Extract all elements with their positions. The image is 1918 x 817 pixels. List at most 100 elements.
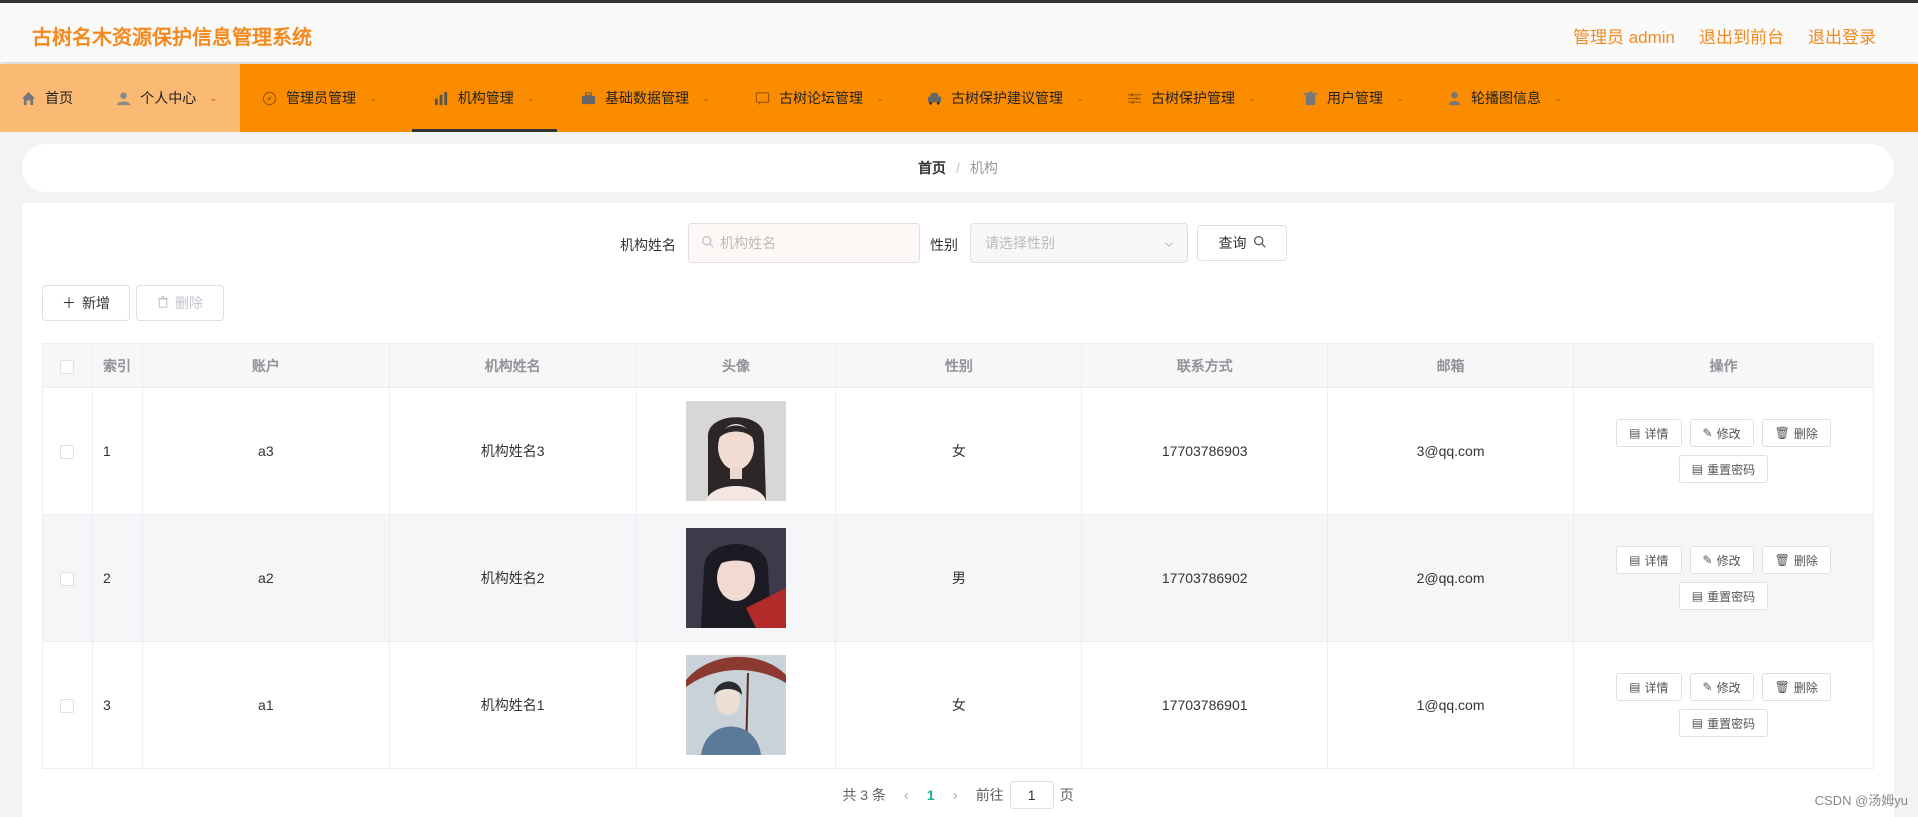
goto-label: 前往	[975, 787, 1004, 803]
edit-button[interactable]: ✎ 修改	[1689, 673, 1754, 701]
select-all-checkbox[interactable]	[60, 359, 75, 374]
nav-item-label: 用户管理	[1327, 90, 1383, 106]
breadcrumb-separator: /	[956, 160, 960, 176]
detail-button[interactable]: ▤ 详情	[1616, 546, 1682, 574]
row-account: a2	[141, 514, 390, 642]
gender-placeholder: 请选择性别	[985, 235, 1055, 251]
chevron-down-icon: ⌄	[1076, 92, 1085, 104]
detail-label: 详情	[1644, 553, 1669, 568]
org-name-placeholder: 机构姓名	[720, 235, 776, 251]
exit-to-front-link[interactable]: 退出到前台	[1699, 23, 1784, 48]
pagination: 共 3 条 ‹ 1 › 前往 1 页	[22, 780, 1894, 810]
select-all-cell[interactable]	[42, 343, 93, 388]
trash-icon	[157, 295, 169, 311]
doc-icon: ▤	[1629, 680, 1641, 694]
row-checkbox-cell	[42, 387, 93, 515]
gender-label: 性别	[930, 237, 958, 253]
gender-select[interactable]: 请选择性别	[970, 223, 1188, 263]
nav-item-forum-management[interactable]: 古树论坛管理 ⌄	[755, 64, 913, 132]
admin-label[interactable]: 管理员 admin	[1573, 23, 1675, 48]
header-org-name: 机构姓名	[388, 343, 637, 388]
edit-label: 修改	[1716, 553, 1741, 568]
delete-label: 删除	[1793, 426, 1818, 441]
doc-icon: ▤	[1691, 589, 1704, 603]
chevron-down-icon: ⌄	[526, 92, 536, 104]
doc-icon: ▤	[1629, 553, 1641, 567]
table-header-row: 索引 账户 机构姓名 头像 性别 联系方式 邮箱 操作	[42, 343, 1875, 388]
main-panel: 机构姓名 机构姓名 性别 请选择性别 查询 ＋ 新增 删除 索引 账户 机构姓名…	[22, 203, 1894, 817]
row-gender: 女	[835, 387, 1083, 515]
nav-item-home[interactable]: 首页	[0, 64, 94, 132]
pencil-icon: ✎	[1702, 426, 1713, 440]
avatar	[686, 528, 787, 628]
row-org-name: 机构姓名3	[388, 387, 637, 515]
row-gender: 女	[835, 641, 1083, 769]
nav-item-label: 机构管理	[457, 90, 514, 106]
delete-button[interactable]: 🗑 删除	[1761, 419, 1831, 447]
row-checkbox[interactable]	[60, 699, 75, 714]
delete-label: 删除	[1793, 553, 1818, 568]
detail-button[interactable]: ▤ 详情	[1616, 673, 1682, 701]
query-button[interactable]: 查询	[1197, 225, 1287, 261]
nav-item-label: 古树论坛管理	[779, 90, 863, 106]
nav-item-label: 轮播图信息	[1471, 90, 1541, 106]
delete-label: 删除	[1793, 680, 1818, 695]
nav-item-protection-advice-management[interactable]: 古树保护建议管理 ⌄	[927, 64, 1117, 132]
logout-link[interactable]: 退出登录	[1808, 23, 1876, 48]
avatar	[686, 401, 787, 501]
nav-item-carousel-info[interactable]: 轮播图信息 ⌄	[1447, 64, 1577, 132]
nav-item-personal-center[interactable]: 个人中心 ⌄	[94, 64, 240, 132]
batch-delete-button[interactable]: 删除	[136, 285, 224, 321]
row-avatar-cell	[635, 387, 837, 515]
reset-password-button[interactable]: ▤ 重置密码	[1678, 455, 1769, 483]
search-form: 机构姓名 机构姓名 性别 请选择性别 查询	[22, 223, 1894, 263]
chevron-down-icon: ⌄	[209, 92, 218, 104]
reset-password-label: 重置密码	[1707, 589, 1756, 604]
goto-page-input[interactable]: 1	[1009, 781, 1054, 809]
reset-password-button[interactable]: ▤ 重置密码	[1678, 582, 1769, 610]
chevron-right-icon[interactable]: ›	[953, 787, 958, 804]
detail-button[interactable]: ▤ 详情	[1616, 419, 1682, 447]
reset-password-label: 重置密码	[1707, 716, 1756, 731]
edit-button[interactable]: ✎ 修改	[1689, 419, 1754, 447]
row-org-name: 机构姓名2	[388, 514, 637, 642]
trash-icon: 🗑	[1774, 553, 1790, 567]
compass-icon	[262, 91, 277, 106]
nav-item-org-management[interactable]: 机构管理 ⌄	[412, 64, 557, 132]
chevron-left-icon[interactable]: ‹	[904, 787, 909, 804]
header-index: 索引	[91, 343, 143, 388]
header-email: 邮箱	[1327, 343, 1574, 388]
row-org-name: 机构姓名1	[388, 641, 637, 769]
row-avatar-cell	[635, 641, 837, 769]
nav-item-tree-protection-management[interactable]: 古树保护管理 ⌄	[1127, 64, 1289, 132]
row-email: 3@qq.com	[1327, 387, 1574, 515]
nav-item-admin-management[interactable]: 管理员管理 ⌄	[262, 64, 412, 132]
page-number[interactable]: 1	[927, 787, 935, 803]
breadcrumb: 首页 / 机构	[22, 144, 1894, 192]
row-index: 1	[91, 387, 143, 515]
nav-item-base-data-management[interactable]: 基础数据管理 ⌄	[581, 64, 741, 132]
top-header: 古树名木资源保护信息管理系统 管理员 admin 退出到前台 退出登录	[0, 0, 1918, 62]
search-icon	[701, 235, 714, 251]
org-name-input[interactable]: 机构姓名	[688, 223, 920, 263]
row-actions: ▤ 详情 ✎ 修改 🗑 删除 ▤ 重置密码	[1572, 641, 1875, 769]
add-button-label: 新增	[82, 295, 110, 311]
row-checkbox-cell	[42, 641, 93, 769]
breadcrumb-home[interactable]: 首页	[918, 158, 946, 178]
trash-icon	[1303, 90, 1318, 106]
add-button[interactable]: ＋ 新增	[42, 285, 130, 321]
delete-button[interactable]: 🗑 删除	[1761, 673, 1831, 701]
row-checkbox[interactable]	[60, 445, 75, 460]
org-table: 索引 账户 机构姓名 头像 性别 联系方式 邮箱 操作 1 a3 机构姓名3 女…	[42, 343, 1875, 769]
edit-button[interactable]: ✎ 修改	[1689, 546, 1754, 574]
chevron-down-icon: ⌄	[876, 92, 885, 104]
plus-icon: ＋	[62, 295, 76, 311]
delete-button[interactable]: 🗑 删除	[1761, 546, 1831, 574]
reset-password-label: 重置密码	[1707, 462, 1756, 477]
row-checkbox[interactable]	[60, 572, 75, 587]
avatar	[686, 655, 787, 755]
doc-icon: ▤	[1691, 462, 1704, 476]
nav-item-user-management[interactable]: 用户管理 ⌄	[1303, 64, 1433, 132]
row-phone: 17703786903	[1081, 387, 1329, 515]
reset-password-button[interactable]: ▤ 重置密码	[1678, 709, 1769, 737]
